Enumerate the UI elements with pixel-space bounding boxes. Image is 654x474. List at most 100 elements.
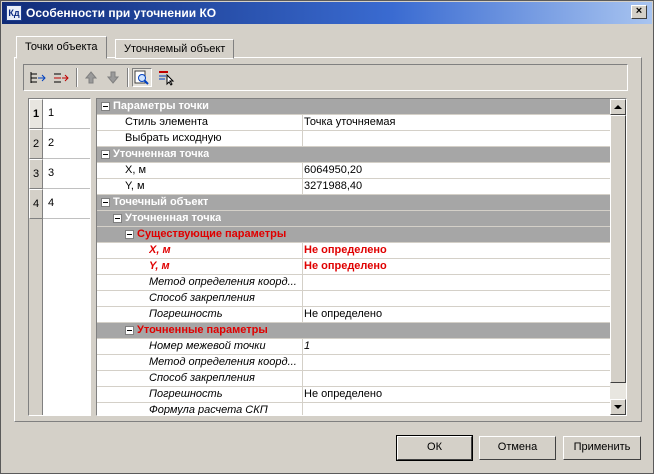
add-point-icon[interactable] bbox=[28, 68, 48, 87]
vertical-scrollbar[interactable] bbox=[610, 99, 626, 415]
point-list-gutter bbox=[29, 219, 43, 415]
column-divider bbox=[302, 307, 303, 323]
close-button[interactable]: × bbox=[631, 5, 647, 19]
property-row[interactable]: X, м 6064950,20 bbox=[97, 163, 610, 179]
property-name: Метод определения коорд... bbox=[149, 276, 297, 288]
property-name: Номер межевой точки bbox=[149, 340, 266, 352]
category-point-params[interactable]: Параметры точки bbox=[97, 99, 610, 115]
point-row-header[interactable]: 2 bbox=[29, 129, 43, 159]
category-point-object[interactable]: Точечный объект bbox=[97, 195, 610, 211]
property-value[interactable]: Не определено bbox=[304, 388, 382, 400]
property-value[interactable]: Не определено bbox=[304, 260, 387, 272]
move-down-icon[interactable] bbox=[103, 68, 123, 87]
property-row[interactable]: Формула расчета СКП bbox=[97, 403, 610, 416]
scroll-up-button[interactable] bbox=[610, 99, 626, 115]
point-list[interactable]: 1 1 2 2 3 3 4 4 bbox=[28, 98, 91, 416]
point-row-header[interactable]: 4 bbox=[29, 189, 43, 219]
column-divider bbox=[302, 259, 303, 275]
property-row[interactable]: Способ закрепления bbox=[97, 291, 610, 307]
apply-button[interactable]: Применить bbox=[563, 436, 641, 460]
point-list-item[interactable]: 3 3 bbox=[29, 159, 90, 189]
zoom-to-point-icon[interactable] bbox=[132, 68, 152, 87]
column-divider bbox=[302, 163, 303, 179]
column-divider bbox=[302, 275, 303, 291]
collapse-icon[interactable] bbox=[125, 230, 134, 239]
category-label: Точечный объект bbox=[113, 196, 209, 208]
column-divider bbox=[302, 371, 303, 387]
column-divider bbox=[302, 339, 303, 355]
property-name: X, м bbox=[125, 164, 147, 176]
property-row[interactable]: Погрешность Не определено bbox=[97, 387, 610, 403]
point-row-header[interactable]: 3 bbox=[29, 159, 43, 189]
insert-point-icon[interactable] bbox=[51, 68, 71, 87]
collapse-icon[interactable] bbox=[101, 198, 110, 207]
scroll-down-button[interactable] bbox=[610, 399, 626, 415]
property-grid-rows: Параметры точки Стиль элемента Точка уто… bbox=[97, 99, 610, 416]
property-row[interactable]: Выбрать исходную bbox=[97, 131, 610, 147]
ok-button[interactable]: ОК bbox=[396, 435, 473, 461]
property-row[interactable]: Метод определения коорд... bbox=[97, 355, 610, 371]
title-bar[interactable]: Кд Особенности при уточнении КО × bbox=[2, 2, 652, 24]
tab-object-points[interactable]: Точки объекта bbox=[16, 36, 107, 59]
collapse-icon[interactable] bbox=[113, 214, 122, 223]
app-icon: Кд bbox=[6, 5, 22, 21]
dialog-window: Кд Особенности при уточнении КО × Точки … bbox=[0, 0, 654, 474]
category-label: Уточненные параметры bbox=[137, 324, 268, 336]
property-value[interactable]: Не определено bbox=[304, 308, 382, 320]
category-label: Параметры точки bbox=[113, 100, 209, 112]
property-value[interactable]: Не определено bbox=[304, 244, 387, 256]
property-name: Выбрать исходную bbox=[125, 132, 222, 144]
cancel-button[interactable]: Отмена bbox=[479, 436, 556, 460]
select-points-icon[interactable] bbox=[156, 68, 176, 87]
move-up-icon[interactable] bbox=[81, 68, 101, 87]
category-label: Уточненная точка bbox=[125, 212, 222, 224]
column-divider bbox=[302, 179, 303, 195]
property-row[interactable]: Y, м Не определено bbox=[97, 259, 610, 275]
property-grid[interactable]: Параметры точки Стиль элемента Точка уто… bbox=[96, 98, 627, 416]
column-divider bbox=[302, 115, 303, 131]
toolbar-separator bbox=[76, 68, 78, 87]
collapse-icon[interactable] bbox=[125, 326, 134, 335]
property-name: Метод определения коорд... bbox=[149, 356, 297, 368]
tab-refined-object[interactable]: Уточняемый объект bbox=[115, 39, 235, 59]
point-label: 4 bbox=[48, 197, 55, 209]
column-divider bbox=[302, 355, 303, 371]
property-row[interactable]: X, м Не определено bbox=[97, 243, 610, 259]
property-name: Способ закрепления bbox=[149, 292, 255, 304]
category-refined-point[interactable]: Уточненная точка bbox=[97, 147, 610, 163]
property-value[interactable]: 6064950,20 bbox=[304, 164, 362, 176]
toolbar bbox=[23, 64, 628, 91]
subcategory-refined-point[interactable]: Уточненная точка bbox=[97, 211, 610, 227]
scroll-down-arrow-icon bbox=[614, 405, 622, 409]
scroll-up-arrow-icon bbox=[614, 105, 622, 109]
property-value[interactable]: 3271988,40 bbox=[304, 180, 362, 192]
point-label: 2 bbox=[48, 137, 55, 149]
collapse-icon[interactable] bbox=[101, 150, 110, 159]
point-list-item[interactable]: 4 4 bbox=[29, 189, 90, 219]
column-divider bbox=[302, 131, 303, 147]
point-list-item[interactable]: 1 1 bbox=[29, 99, 90, 129]
category-label: Уточненная точка bbox=[113, 148, 210, 160]
property-row[interactable]: Номер межевой точки 1 bbox=[97, 339, 610, 355]
column-divider bbox=[302, 403, 303, 415]
toolbar-separator bbox=[127, 68, 129, 87]
collapse-icon[interactable] bbox=[101, 102, 110, 111]
column-divider bbox=[302, 243, 303, 259]
property-row[interactable]: Стиль элемента Точка уточняемая bbox=[97, 115, 610, 131]
category-label: Существующие параметры bbox=[137, 228, 287, 240]
property-row[interactable]: Метод определения коорд... bbox=[97, 275, 610, 291]
property-value[interactable]: 1 bbox=[304, 340, 310, 352]
property-row[interactable]: Погрешность Не определено bbox=[97, 307, 610, 323]
scroll-thumb[interactable] bbox=[610, 115, 626, 383]
property-row[interactable]: Y, м 3271988,40 bbox=[97, 179, 610, 195]
window-title: Особенности при уточнении КО bbox=[26, 6, 217, 20]
subcategory-existing-params[interactable]: Существующие параметры bbox=[97, 227, 610, 243]
subcategory-refined-params[interactable]: Уточненные параметры bbox=[97, 323, 610, 339]
property-value[interactable]: Точка уточняемая bbox=[304, 116, 396, 128]
point-label: 1 bbox=[48, 107, 55, 119]
point-list-item[interactable]: 2 2 bbox=[29, 129, 90, 159]
property-row[interactable]: Способ закрепления bbox=[97, 371, 610, 387]
point-row-header[interactable]: 1 bbox=[29, 99, 43, 129]
column-divider bbox=[302, 387, 303, 403]
property-name: Формула расчета СКП bbox=[149, 404, 268, 416]
